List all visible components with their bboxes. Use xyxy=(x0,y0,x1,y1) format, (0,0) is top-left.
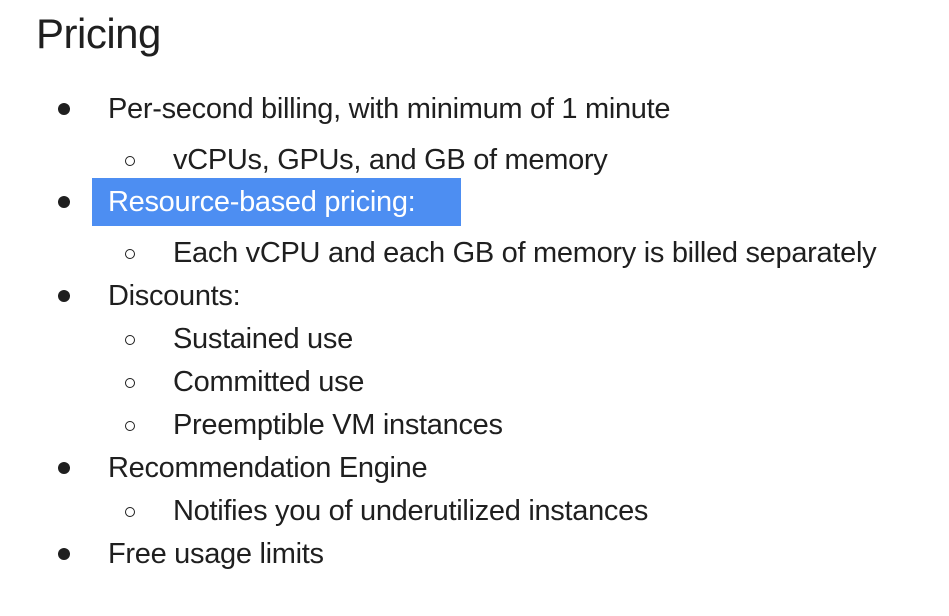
bullet-ring-icon xyxy=(125,378,135,388)
bullet-dot-icon xyxy=(58,290,70,302)
list-item-text: Per-second billing, with minimum of 1 mi… xyxy=(108,93,671,125)
list-item-text: Each vCPU and each GB of memory is bille… xyxy=(173,237,877,269)
slide: Pricing Per-second billing, with minimum… xyxy=(0,0,949,616)
list-item-text[interactable]: Resource-based pricing: xyxy=(108,185,416,219)
bullet-dot-icon xyxy=(58,103,70,115)
list-item-text: Recommendation Engine xyxy=(108,452,428,484)
bullet-ring-icon xyxy=(125,156,135,166)
bullet-dot-icon xyxy=(58,548,70,560)
list-item-text: Notifies you of underutilized instances xyxy=(173,495,649,527)
bullet-dot-icon xyxy=(58,196,70,208)
slide-title: Pricing xyxy=(36,10,161,57)
bullet-ring-icon xyxy=(125,249,135,259)
bullet-dot-icon xyxy=(58,462,70,474)
bullet-ring-icon xyxy=(125,421,135,431)
list-item-text: Committed use xyxy=(173,366,365,398)
list-item-text: Sustained use xyxy=(173,323,353,355)
list-item-text: Discounts: xyxy=(108,280,241,312)
bullet-ring-icon xyxy=(125,335,135,345)
list-item-text: vCPUs, GPUs, and GB of memory xyxy=(173,144,608,176)
list-item-text: Free usage limits xyxy=(108,538,324,570)
list-item-text: Preemptible VM instances xyxy=(173,409,503,441)
bullet-ring-icon xyxy=(125,507,135,517)
